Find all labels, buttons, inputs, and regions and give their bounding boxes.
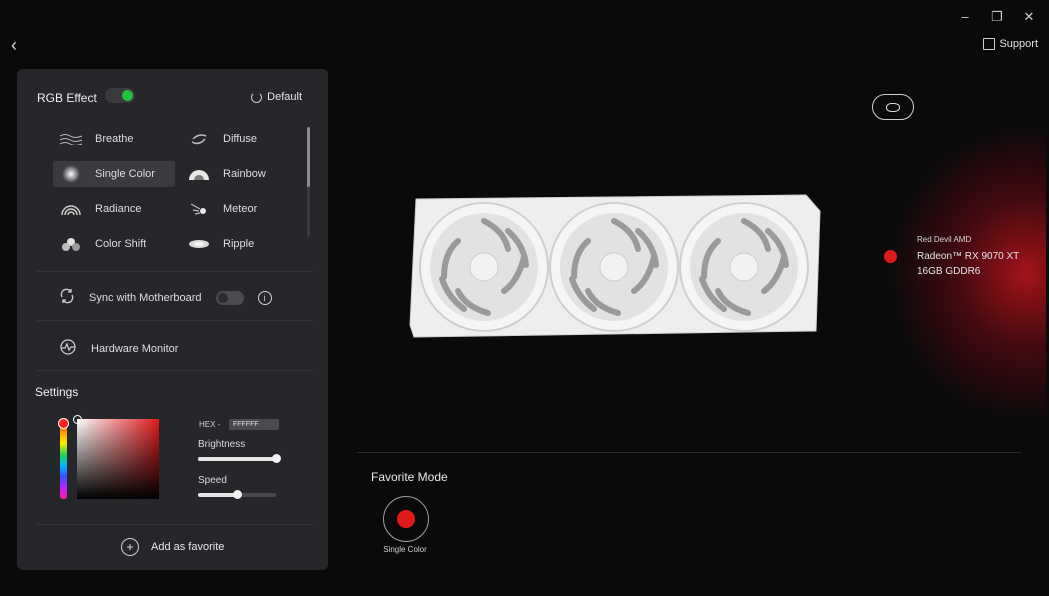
rgb-effect-toggle[interactable]: [105, 88, 135, 103]
product-select-dot[interactable]: [884, 250, 897, 263]
rotate-view-button[interactable]: [872, 94, 914, 120]
hardware-monitor-label: Hardware Monitor: [91, 342, 179, 355]
brightness-slider[interactable]: [198, 454, 281, 463]
effect-label: Color Shift: [95, 238, 147, 250]
hex-input[interactable]: FFFFFF: [229, 419, 279, 430]
divider: [37, 524, 313, 525]
hardware-monitor-row[interactable]: Hardware Monitor: [59, 339, 178, 358]
window-controls: – ❐ ✕: [958, 9, 1036, 25]
reset-icon: [251, 91, 263, 103]
hue-knob[interactable]: [58, 418, 69, 429]
support-label: Support: [999, 38, 1038, 50]
color-picker-knob[interactable]: [73, 415, 82, 424]
gpu-fan: [419, 202, 549, 332]
single-color-icon: [59, 165, 83, 183]
app-window: – ❐ ✕ ‹ Support RGB Effect Default Breat…: [3, 3, 1046, 592]
divider: [357, 452, 1021, 453]
favorite-item-single-color[interactable]: [383, 496, 429, 542]
divider: [37, 320, 313, 321]
gpu-image: [409, 194, 821, 338]
speed-knob[interactable]: [233, 490, 242, 499]
brightness-knob[interactable]: [272, 454, 281, 463]
plus-icon: +: [121, 538, 139, 556]
scrollbar-thumb[interactable]: [307, 127, 310, 187]
effect-diffuse[interactable]: Diffuse: [181, 126, 303, 152]
hue-slider[interactable]: [58, 418, 69, 499]
hardware-monitor-icon: [59, 339, 77, 358]
add-favorite-button[interactable]: + Add as favorite: [121, 538, 224, 556]
default-label: Default: [267, 91, 302, 103]
gpu-fan: [549, 202, 679, 332]
radiance-icon: [59, 202, 83, 216]
color-picker[interactable]: [73, 415, 159, 499]
effect-label: Meteor: [223, 203, 258, 215]
effect-label: Rainbow: [223, 168, 266, 180]
add-favorite-label: Add as favorite: [151, 541, 225, 553]
hex-label: HEX -: [199, 420, 221, 429]
divider: [37, 271, 313, 272]
close-button[interactable]: ✕: [1022, 9, 1036, 25]
sync-row: Sync with Motherboard i: [59, 288, 272, 307]
effect-label: Radiance: [95, 203, 142, 215]
rgb-panel: RGB Effect Default Breathe Diffuse Singl…: [17, 69, 328, 570]
maximize-button[interactable]: ❐: [990, 9, 1004, 25]
effect-ripple[interactable]: Ripple: [181, 231, 303, 257]
effect-color-shift[interactable]: Color Shift: [53, 231, 175, 257]
gpu-fan: [679, 202, 809, 332]
speed-label: Speed: [198, 475, 227, 486]
speed-fill: [198, 493, 237, 497]
meteor-icon: [187, 202, 211, 216]
back-button[interactable]: ‹: [11, 35, 17, 56]
color-shift-icon: [59, 237, 83, 251]
effect-breathe[interactable]: Breathe: [53, 126, 175, 152]
effect-label: Ripple: [223, 238, 255, 250]
sync-label: Sync with Motherboard: [89, 291, 202, 304]
info-icon[interactable]: i: [257, 290, 272, 305]
favorite-mode-title: Favorite Mode: [371, 470, 448, 484]
effect-label: Breathe: [95, 133, 134, 145]
effect-scrollbar[interactable]: [307, 127, 310, 237]
effect-rainbow[interactable]: Rainbow: [181, 161, 303, 187]
product-name: Radeon™ RX 9070 XT 16GB GDDR6: [917, 251, 1020, 277]
effect-label: Single Color: [95, 168, 155, 180]
settings-title: Settings: [35, 385, 79, 399]
breathe-icon: [59, 132, 83, 146]
diffuse-icon: [187, 132, 211, 146]
sync-toggle[interactable]: [215, 290, 244, 305]
rgb-effect-title: RGB Effect: [37, 91, 97, 105]
divider: [37, 370, 313, 371]
sync-icon: [59, 288, 75, 307]
minimize-button[interactable]: –: [958, 9, 972, 25]
rotate-icon: [886, 102, 900, 112]
effect-single-color[interactable]: Single Color: [53, 161, 175, 187]
color-swatch: [397, 510, 415, 528]
favorite-item-label: Single Color: [383, 545, 427, 554]
brightness-label: Brightness: [198, 439, 246, 450]
ripple-icon: [187, 237, 211, 251]
effect-label: Diffuse: [223, 133, 258, 145]
effect-radiance[interactable]: Radiance: [53, 196, 175, 222]
product-brand: Red Devil AMD: [917, 235, 972, 244]
default-button[interactable]: Default: [251, 91, 302, 103]
support-link[interactable]: Support: [983, 38, 1038, 50]
rainbow-icon: [187, 167, 211, 181]
effect-meteor[interactable]: Meteor: [181, 196, 303, 222]
external-link-icon: [983, 38, 996, 50]
speed-slider[interactable]: [198, 490, 276, 499]
brightness-fill: [198, 457, 276, 461]
